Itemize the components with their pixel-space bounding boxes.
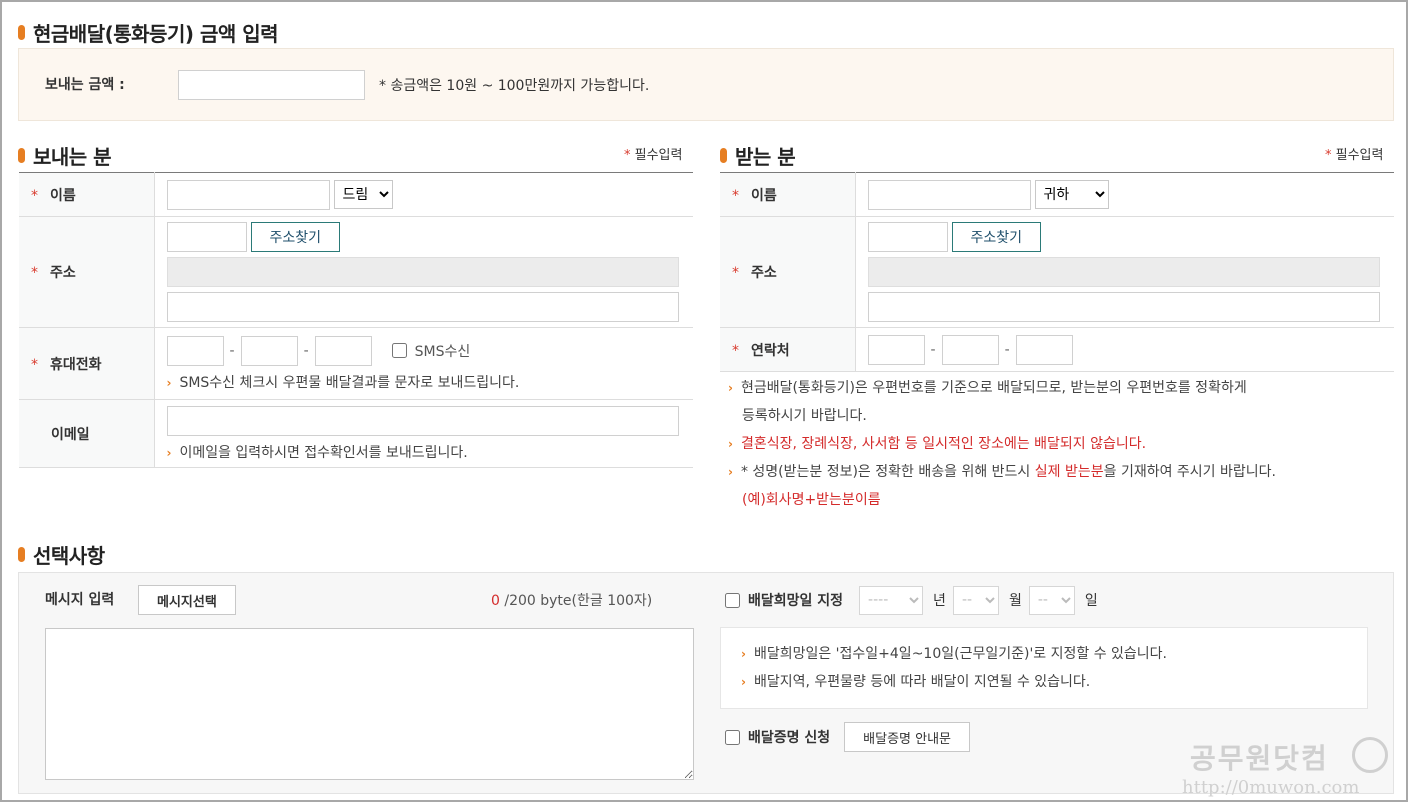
sms-checkbox[interactable] (391, 343, 407, 358)
chevron-right-icon: › (728, 465, 733, 479)
sender-name-label: * 이름 (19, 172, 155, 217)
message-textarea[interactable] (45, 628, 694, 780)
receiver-address-label: * 주소 (720, 216, 856, 328)
proof-checkbox[interactable] (725, 729, 740, 745)
sender-mobile-1[interactable] (166, 335, 224, 366)
year-unit: 년 (933, 593, 946, 609)
bullet-icon (720, 148, 727, 163)
delivery-info-box: › 배달희망일은 '접수일+4일~10일(근무일기준)'로 지정할 수 있습니다.… (720, 627, 1368, 709)
sms-label: SMS수신 (414, 343, 471, 360)
delivery-date-label: 배달희망일 지정 (748, 593, 844, 609)
amount-input[interactable] (178, 70, 365, 100)
receiver-note-1: › 현금배달(통화등기)은 우편번호를 기준으로 배달되므로, 받는분의 우편번호… (728, 380, 1247, 396)
receiver-notes: › 현금배달(통화등기)은 우편번호를 기준으로 배달되므로, 받는분의 우편번호… (728, 374, 1276, 514)
receiver-note-example: (예)회사명+받는분이름 (742, 492, 881, 508)
sender-find-address-button[interactable]: 주소찾기 (250, 222, 341, 252)
chevron-right-icon: › (728, 381, 733, 395)
byte-limit: /200 byte(한글 100자) (504, 593, 653, 609)
sender-name-input[interactable] (166, 179, 330, 210)
receiver-address-row: * 주소 주소찾기 (720, 216, 1394, 328)
bullet-icon (18, 25, 25, 40)
day-unit: 일 (1084, 593, 1098, 609)
message-label: 메시지 입력 (45, 592, 115, 608)
amount-section-title: 현금배달(통화등기) 금액 입력 (18, 18, 279, 47)
watermark-url: http://0muwon.com (1182, 777, 1360, 798)
receiver-name-input[interactable] (867, 179, 1031, 210)
required-note: * 필수입력 (1325, 148, 1384, 163)
sender-email-input[interactable] (166, 405, 679, 436)
receiver-form: * 이름 귀하 * 주소 주소찾기 * 연락처 - - (720, 172, 1394, 372)
sender-address-row: * 주소 주소찾기 (19, 216, 693, 328)
receiver-note-3: › * 성명(받는분 정보)은 정확한 배송을 위해 반드시 실제 받는분을 기재… (728, 464, 1276, 480)
amount-note: * 송금액은 10원 ~ 100만원까지 가능합니다. (379, 78, 650, 94)
sender-mobile-label: * 휴대전화 (19, 327, 155, 400)
amount-label: 보내는 금액 : (45, 77, 125, 93)
delivery-info-1: › 배달희망일은 '접수일+4일~10일(근무일기준)'로 지정할 수 있습니다. (741, 646, 1168, 662)
receiver-honorific-select[interactable]: 귀하 (1034, 180, 1109, 209)
receiver-address-detail[interactable] (867, 292, 1380, 322)
receiver-find-address-button[interactable]: 주소찾기 (951, 222, 1042, 252)
receiver-address-base (867, 257, 1380, 287)
day-select[interactable]: -- (1028, 585, 1075, 615)
receiver-contact-2[interactable] (941, 334, 999, 365)
proof-row: 배달증명 신청 배달증명 안내문 (725, 722, 971, 752)
delivery-info-2: › 배달지역, 우편물량 등에 따라 배달이 지연될 수 있습니다. (741, 674, 1091, 690)
options-section-title: 선택사항 (18, 540, 105, 569)
receiver-contact-label: * 연락처 (720, 327, 856, 372)
month-unit: 월 (1008, 593, 1022, 609)
sender-address-detail[interactable] (166, 292, 679, 322)
watermark-title: 공무원닷컴 (1190, 742, 1329, 775)
sender-name-row: * 이름 드림 (19, 172, 693, 217)
receiver-contact-3[interactable] (1015, 334, 1073, 365)
sender-address-label: * 주소 (19, 216, 155, 328)
receiver-zipcode-input[interactable] (867, 222, 948, 252)
sender-honorific-select[interactable]: 드림 (333, 180, 393, 209)
bullet-icon (18, 148, 25, 163)
proof-label: 배달증명 신청 (748, 730, 831, 746)
byte-count: 0 (491, 593, 500, 609)
proof-guide-button[interactable]: 배달증명 안내문 (844, 722, 971, 752)
receiver-name-label: * 이름 (720, 172, 856, 217)
month-select[interactable]: -- (952, 585, 999, 615)
year-select[interactable]: ---- (859, 585, 924, 615)
sender-mobile-3[interactable] (314, 335, 372, 366)
sender-mobile-row: * 휴대전화 - - SMS수신 › SMS수신 체크시 우편물 배달결과를 문자로… (19, 327, 693, 400)
sender-zipcode-input[interactable] (166, 222, 247, 252)
receiver-contact-row: * 연락처 - - (720, 327, 1394, 372)
chevron-right-icon: › (741, 675, 746, 689)
bullet-icon (18, 547, 25, 562)
amount-box: 보내는 금액 : * 송금액은 10원 ~ 100만원까지 가능합니다. (18, 48, 1394, 121)
receiver-note-1-cont: 등록하시기 바랍니다. (742, 408, 867, 424)
sender-mobile-2[interactable] (240, 335, 298, 366)
chevron-right-icon: › (166, 375, 172, 390)
sms-hint: › SMS수신 체크시 우편물 배달결과를 문자로 보내드립니다. (166, 374, 520, 391)
receiver-section-title: 받는 분 (720, 141, 796, 170)
required-note: * 필수입력 (624, 148, 683, 163)
chevron-right-icon: › (741, 647, 746, 661)
chevron-right-icon: › (166, 445, 172, 460)
byte-counter: 0 /200 byte(한글 100자) (491, 590, 652, 610)
watermark-logo-icon (1352, 737, 1388, 773)
sender-email-label: 이메일 (19, 399, 155, 468)
receiver-name-row: * 이름 귀하 (720, 172, 1394, 217)
chevron-right-icon: › (728, 437, 733, 451)
sender-form: * 이름 드림 * 주소 주소찾기 * 휴대전화 - - SMS수신 › SMS… (19, 172, 693, 468)
receiver-note-2: › 결혼식장, 장례식장, 사서함 등 일시적인 장소에는 배달되지 않습니다. (728, 436, 1147, 452)
message-select-button[interactable]: 메시지선택 (138, 585, 236, 615)
delivery-date-checkbox[interactable] (725, 592, 740, 608)
delivery-date-row: 배달희망일 지정 ---- 년 -- 월 -- 일 (725, 585, 1098, 615)
sender-address-base (166, 257, 679, 287)
sender-section-title: 보내는 분 (18, 141, 112, 170)
email-hint: › 이메일을 입력하시면 접수확인서를 보내드립니다. (166, 444, 468, 461)
sender-email-row: 이메일 › 이메일을 입력하시면 접수확인서를 보내드립니다. (19, 399, 693, 468)
receiver-contact-1[interactable] (867, 334, 925, 365)
